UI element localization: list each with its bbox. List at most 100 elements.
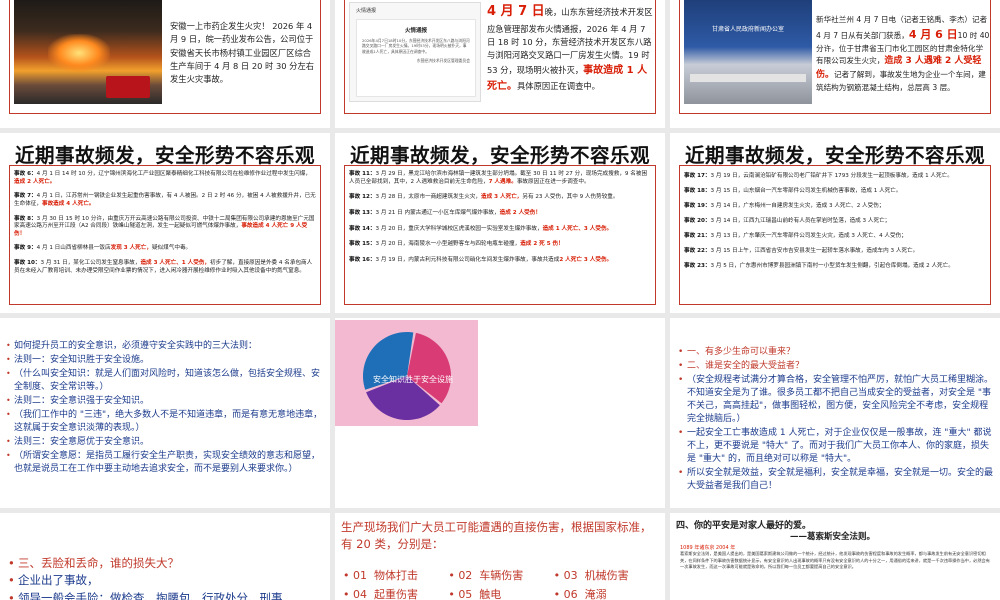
gossos-highlight: 1089 年诸东京 2004 年 — [680, 545, 736, 551]
bullet: • — [8, 590, 15, 600]
slide-accidents-6-10[interactable]: 近期事故频发，安全形势不容乐观 事故 6：4 月 1 日 14 时 10 分，辽… — [0, 133, 330, 313]
slide-title: 近期事故频发，安全形势不容乐观 — [684, 144, 985, 167]
accident-text: 3 月 19 日，云南澜沧铅矿有限公司老厂铅矿井下 1793 分段发生一起顶板事… — [710, 173, 953, 179]
slide-dongying-fire[interactable]: 火情通报 火情通报 2026年4月7日18时10分，东营经济技术开发区东八路与浏… — [335, 0, 665, 128]
accident-item: 事故 19：3 月 14 日，广东梅州一自建房发生火灾，造成 3 人死亡、2 人… — [684, 203, 986, 211]
accident-list: 事故 17：3 月 19 日，云南澜沧铅矿有限公司老厂铅矿井下 1793 分段发… — [684, 173, 986, 278]
beneficiary-text: 一起安全工亡事故造成 1 人死亡，对于企业仅仅是一般事故，连 "重大" 都说不上… — [687, 428, 992, 465]
law-text: （所谓安全意愿：是指员工履行安全生产职责，实现安全绩效的意志和愿望，也就是说员工… — [14, 451, 321, 475]
accident-list: 事故 6：4 月 1 日 14 时 10 分，辽宁锦州滨海化工产业园区聚泰精细化… — [14, 171, 316, 282]
accident-label: 事故 22： — [684, 247, 711, 254]
beneficiary-text: 所以安全就是效益，安全就是福利，安全就是幸福，安全就是一切。安全的最大受益者是我… — [687, 468, 994, 492]
pie-diagram: 安全知识胜于安全设施 — [363, 332, 453, 420]
accident-casualty: 发现 3 人死亡， — [110, 245, 152, 252]
face-text: 三、丢脸和丢命，谁的损失大？ — [18, 556, 179, 570]
injury-item: • 04 起重伤害 — [343, 588, 418, 600]
bullet: • — [678, 375, 684, 386]
accident-text: 3 月 15 日上午，江西省吉安市吉安县发生一起轿车落水事故，造成车内 3 人死… — [710, 247, 919, 254]
beneficiary-text: （安全规程考试满分才算合格，安全管理不怕严厉，就怕广大员工稀里糊涂。不知道安全是… — [687, 375, 994, 425]
accident-casualty: 7 人遇难。 — [488, 178, 517, 185]
bullet: • — [6, 341, 11, 350]
slide-three-laws[interactable]: • 如何提升员工的安全意识，必须遵守安全实践中的三大法则： • 法则一：安全知识胜于安… — [0, 318, 330, 508]
accident-text: 3 月 5 日，广东惠州市博罗县园洲镇下南村一小型货车发生侧翻，引起仓库倒塌，造… — [710, 262, 954, 269]
press-conference-photo: 甘肃省人民政府新闻办公室 — [684, 0, 812, 104]
slide-gossos-law[interactable]: 四、你的平安是对家人最好的爱。 ——葛索斯安全法则。 1089 年诸东京 200… — [670, 513, 1000, 600]
injury-item: • 03 机械伤害 — [553, 569, 629, 582]
face-item: • 领导一般会手险：做检查、掏腰包、行政处分、刑事 — [8, 590, 326, 600]
accident-label: 事故 10： — [14, 260, 41, 267]
accident-after: 事故原因正在进一步调查中。 — [516, 178, 590, 185]
slide-accidents-11-16[interactable]: 近期事故频发，安全形势不容乐观 事故 11：3 月 29 日，黑龙江哈尔滨市海林… — [335, 133, 665, 313]
beneficiary-text: 二、谁是安全的最大受益者？ — [687, 361, 805, 372]
accident-item: 事故 7：4 月 1 日，江苏常州一钢铁企业发生起重伤害事故，有 4 人被困。2… — [14, 193, 316, 208]
accident-casualty: 造成 3 人死亡、1 人受伤， — [140, 260, 211, 267]
slide-anhui-fire[interactable]: 安徽一上市药企发生火灾！ 2026 年 4 月 9 日，皖一药业发布公告，公司位… — [0, 0, 330, 128]
face-life-list: • 三、丢脸和丢命，谁的损失大？ • 企业出了事故， • 领导一般会手险：做检查、掏腰包、… — [8, 555, 326, 600]
accident-text: 3 月 13 日，广东肇庆一汽车零部件公司发生火灾，造成 3 人死亡、4 人受伤… — [710, 232, 907, 239]
law-text: （什么叫安全知识：就是人们面对风险时，知道该怎么做，包括安全规程、安全制度、安全… — [14, 369, 321, 393]
accident-text: 3 月 14 日，江西九江瑞昌山前岭有人员在掌岩时坠落，造成 3 人死亡； — [710, 217, 891, 224]
accident-text: 4 月 1 日山西省柳林县一饭店 — [36, 245, 111, 252]
law-item: • 法则二：安全意识强于安全知识。 — [6, 395, 324, 408]
slide-face-vs-life[interactable]: • 三、丢脸和丢命，谁的损失大？ • 企业出了事故， • 领导一般会手险：做检查、掏腰包、… — [0, 513, 330, 600]
bullet: • — [6, 355, 11, 365]
notice-doc-title: 火情通报 — [356, 8, 377, 14]
gossos-subtitle: ——葛索斯安全法则。 — [790, 532, 876, 542]
accident-casualty: 造成 2 人受伤！ — [499, 210, 541, 217]
slide-gansu-fire[interactable]: 甘肃省人民政府新闻办公室 新华社兰州 4 月 7 日电（记者王铭禹、李杰）记者 … — [670, 0, 1000, 128]
notice-body: 2026年4月7日18时10分，东营经济技术开发区东八路与浏阳河路交叉路口一厂房… — [362, 38, 470, 54]
accident-item: 事故 8：3 月 30 日 15 时 10 分许，由重庆万开云高速公路有限公司投… — [14, 216, 316, 239]
fire-notice-document: 火情通报 火情通报 2026年4月7日18时10分，东营经济技术开发区东八路与浏… — [349, 2, 481, 102]
law-item: • 法则三：安全意愿优于安全意识。 — [6, 436, 324, 449]
slide-accidents-17-23[interactable]: 近期事故频发，安全形势不容乐观 事故 17：3 月 19 日，云南澜沧铅矿有限公… — [670, 133, 1000, 313]
accident-label: 事故 15： — [349, 241, 376, 248]
beneficiary-item: • 一起安全工亡事故造成 1 人死亡，对于企业仅仅是一般事故，连 "重大" 都说不… — [678, 427, 996, 466]
accident-text: 3 月 14 日，广东梅州一自建房发生火灾，造成 3 人死亡、2 人受伤； — [710, 202, 885, 209]
accident-item: 事故 17：3 月 19 日，云南澜沧铅矿有限公司老厂铅矿井下 1793 分段发… — [684, 173, 986, 181]
accident-casualty: 事故造成 4 人死亡。 — [41, 200, 95, 207]
accident-item: 事故 14：3 月 20 日，重庆大学科学城校区虎溪校园一实验室发生爆炸事故，造… — [349, 226, 651, 234]
accident-list: 事故 11：3 月 29 日，黑龙江哈尔滨市海林镇一建筑发生部分坍塌。截至 30… — [349, 171, 651, 273]
notice-footer: 东营经济技术开发区管理委员会 — [416, 57, 470, 63]
law-text: （我们工作中的 "三违"，绝大多数人不是不知道违章，而是有意无意地违章，这就属于… — [14, 410, 323, 434]
accident-label: 事故 17： — [684, 173, 711, 179]
face-item: • 企业出了事故， — [8, 572, 326, 589]
accident-label: 事故 18： — [684, 187, 711, 194]
law-item: • （什么叫安全知识：就是人们面对风险时，知道该怎么做，包括安全规程、安全制度、安… — [6, 368, 324, 394]
fire-truck — [106, 76, 150, 98]
injury-title: 生产现场我们广大员工可能遭遇的直接伤害，根据国家标准，有 20 类，分别是： — [341, 520, 652, 551]
accident-label: 事故 8： — [14, 215, 37, 222]
bullet: • — [8, 556, 15, 570]
accident-item: 事故 13：3 月 21 日 内蒙古通辽一小区车库爆气爆炸事故，造成 2 人受伤… — [349, 210, 651, 218]
accident-text: 3 月 19 日，内蒙古利元科技有限公司硝化车间发生爆炸事故，事故共造成 — [375, 257, 560, 264]
accident-label: 事故 20： — [684, 217, 711, 224]
bullet: • — [678, 428, 684, 439]
accident-label: 事故 21： — [684, 232, 711, 239]
law-text: 法则三：安全意愿优于安全意识。 — [14, 437, 150, 448]
injury-item: • 05 触电 — [448, 588, 502, 600]
beneficiary-item: • （安全规程考试满分才算合格，安全管理不怕严厉，就怕广大员工稀里糊涂。不知道安全… — [678, 374, 996, 426]
accident-text: 3 月 28 日，太原市一商超建筑发生火灾， — [375, 194, 482, 201]
slide-pie-diagram[interactable]: 安全知识胜于安全设施 — [335, 318, 665, 508]
slide-title: 近期事故频发，安全形势不容乐观 — [349, 144, 650, 167]
law-item: • 法则一：安全知识胜于安全设施。 — [6, 354, 324, 367]
accident-label: 事故 14： — [349, 225, 376, 232]
bullet: • — [6, 437, 11, 447]
accident-item: 事故 23：3 月 5 日，广东惠州市博罗县园洲镇下南村一小型货车发生侧翻，引起… — [684, 263, 986, 271]
slide-beneficiary[interactable]: • 一、有多少生命可以重来？ • 二、谁是安全的最大受益者？ • （安全规程考试满分才算合… — [670, 318, 1000, 508]
accident-item: 事故 18：3 月 15 日，山东烟台一汽车零部件公司发生机械伤害事故，造成 1… — [684, 188, 986, 196]
accident-casualty: 造成 2 死 5 伤！ — [520, 241, 564, 248]
beneficiary-item: • 所以安全就是效益，安全就是福利，安全就是幸福，安全就是一切。安全的最大受益者是… — [678, 467, 996, 493]
face-text: 领导一般会手险：做检查、掏腰包、行政处分、刑事 — [18, 590, 283, 600]
slide-injury-types[interactable]: 生产现场我们广大员工可能遭遇的直接伤害，根据国家标准，有 20 类，分别是： •… — [335, 513, 665, 600]
date-highlight: 4 月 7 日 — [487, 4, 545, 19]
injury-grid: • 01 物体打击 • 02 车辆伤害 • 03 机械伤害 • 04 起重伤害 • 05… — [343, 567, 659, 600]
slide-anhui-text: 安徽一上市药企发生火灾！ 2026 年 4 月 9 日，皖一药业发布公告，公司位… — [170, 21, 315, 85]
law-text: 法则二：安全意识强于安全知识。 — [14, 396, 150, 407]
accident-item: 事故 21：3 月 13 日，广东肇庆一汽车零部件公司发生火灾，造成 3 人死亡… — [684, 233, 986, 241]
accident-casualty: 造成 3 人死亡， — [481, 194, 523, 201]
accident-item: 事故 12：3 月 28 日，太原市一商超建筑发生火灾，造成 3 人死亡，另有 … — [349, 194, 651, 202]
body-tail: 具体原因正在调查中。 — [517, 80, 600, 91]
bullet: • — [6, 396, 11, 406]
bullet: • — [678, 347, 684, 357]
